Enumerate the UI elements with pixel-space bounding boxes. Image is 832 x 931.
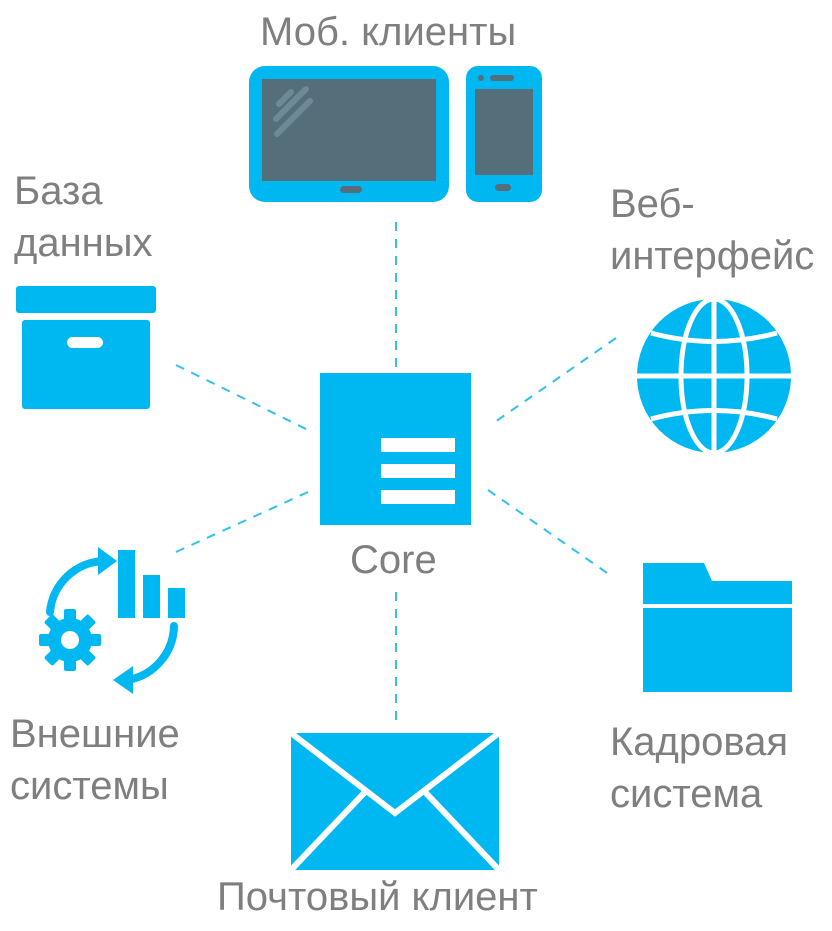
folder-icon	[643, 563, 792, 692]
mail-client-label: Почтовый клиент	[217, 875, 538, 919]
web-interface-label: Веб- интерфейс	[610, 178, 814, 282]
sync-chart-gear-icon	[39, 547, 185, 694]
document-icon	[320, 373, 471, 525]
external-systems-label-line1: Внешние	[10, 712, 180, 756]
hr-system-label-line2: система	[610, 772, 763, 816]
archive-box-icon	[16, 286, 156, 409]
web-interface-label-line2: интерфейс	[610, 234, 815, 278]
external-systems-label: Внешние системы	[10, 708, 180, 812]
hr-system-label-line1: Кадровая	[610, 720, 789, 764]
hr-system-label: Кадровая система	[610, 716, 788, 820]
mobile-clients-label: Моб. клиенты	[260, 10, 517, 54]
database-label-line1: База	[14, 169, 103, 213]
tablet-icon	[249, 66, 449, 202]
external-systems-label-line2: системы	[10, 764, 169, 808]
connector-external	[175, 491, 309, 553]
connector-database	[175, 364, 309, 431]
connector-hr	[487, 489, 611, 576]
connector-web	[491, 337, 617, 425]
envelope-icon	[288, 730, 502, 873]
database-label: База данных	[14, 165, 153, 269]
web-interface-label-line1: Веб-	[610, 182, 695, 226]
phone-icon	[466, 66, 542, 202]
database-label-line2: данных	[14, 221, 153, 265]
globe-icon	[637, 296, 791, 456]
core-label: Core	[350, 538, 437, 582]
